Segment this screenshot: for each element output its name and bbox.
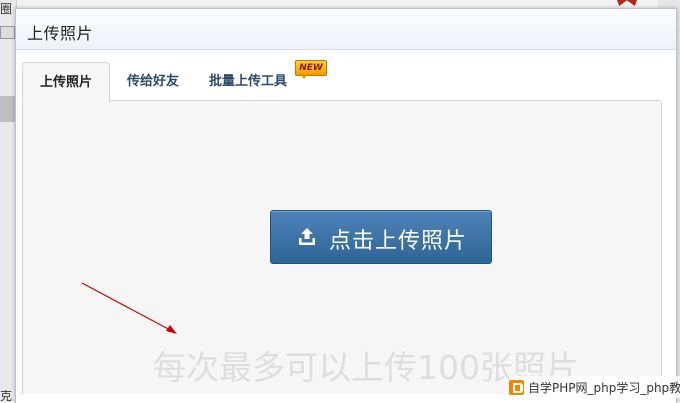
new-badge-tail <box>300 74 308 79</box>
tab-send-to-friend[interactable]: 传给好友 <box>114 62 192 101</box>
upload-icon <box>299 228 315 245</box>
background-left-char-bottom: 克 <box>0 389 13 403</box>
background-left-band <box>0 96 15 122</box>
dialog-title: 上传照片 <box>27 24 94 43</box>
tab-batch-upload-tool[interactable]: 批量上传工具 <box>198 62 298 101</box>
watermark-text: 自学PHP网_php学习_php教 <box>528 380 680 395</box>
background-left-box <box>0 26 15 39</box>
php-logo-icon <box>509 379 524 395</box>
upload-button-label: 点击上传照片 <box>329 229 468 254</box>
site-watermark: 自学PHP网_php学习_php教 <box>509 376 680 398</box>
upload-photo-button[interactable]: 点击上传照片 <box>270 210 492 264</box>
dialog-header: 上传照片 <box>16 9 676 50</box>
tab-upload-photo[interactable]: 上传照片 <box>22 62 110 103</box>
background-left-char-top: 圈 <box>0 2 13 16</box>
